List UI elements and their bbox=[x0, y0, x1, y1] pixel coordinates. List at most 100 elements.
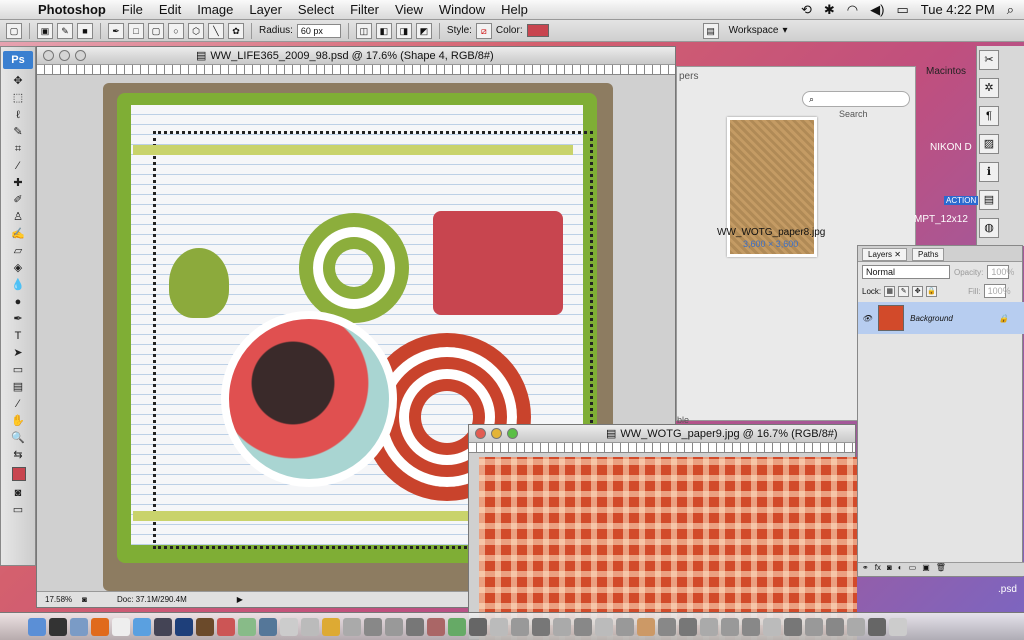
combine-icon[interactable]: ◫ bbox=[355, 22, 372, 39]
app-icon[interactable] bbox=[574, 617, 592, 636]
menu-view[interactable]: View bbox=[387, 2, 431, 17]
trash-dock-icon[interactable] bbox=[889, 617, 907, 636]
app-icon[interactable] bbox=[637, 617, 655, 636]
chevron-down-icon[interactable]: ▾ bbox=[782, 25, 787, 36]
screen-mode-icon[interactable]: ▭ bbox=[10, 502, 26, 518]
desktop-label-psd[interactable]: .psd bbox=[998, 584, 1017, 595]
fx-icon[interactable]: fx bbox=[875, 563, 881, 576]
quick-select-icon[interactable]: ✎ bbox=[10, 124, 26, 140]
shape-tool-icon[interactable]: ▭ bbox=[10, 362, 26, 378]
horizontal-ruler[interactable] bbox=[37, 65, 675, 75]
wifi-icon[interactable]: ◠ bbox=[847, 2, 858, 18]
lock-all-icon[interactable]: 🔒 bbox=[926, 285, 938, 297]
app-icon[interactable] bbox=[490, 617, 508, 636]
healing-brush-icon[interactable]: ✚ bbox=[10, 175, 26, 191]
app-icon[interactable] bbox=[805, 617, 823, 636]
finder-icon[interactable] bbox=[28, 617, 46, 636]
tab-paths[interactable]: Paths bbox=[912, 248, 945, 261]
rounded-rect-icon[interactable]: ▢ bbox=[148, 22, 164, 39]
app-icon[interactable] bbox=[343, 617, 361, 636]
zoom-icon[interactable] bbox=[75, 50, 86, 61]
app-icon[interactable] bbox=[301, 617, 319, 636]
battery-icon[interactable]: ▭ bbox=[896, 2, 908, 18]
adjustment-icon[interactable]: ◐ bbox=[898, 563, 903, 576]
app-icon[interactable] bbox=[679, 617, 697, 636]
desktop-label-template[interactable]: MPT_12x12 bbox=[914, 214, 968, 225]
app-icon[interactable] bbox=[406, 617, 424, 636]
close-icon[interactable] bbox=[475, 428, 486, 439]
eraser-icon[interactable]: ▱ bbox=[10, 243, 26, 259]
new-layer-icon[interactable]: ▣ bbox=[922, 563, 930, 576]
lightroom-icon[interactable] bbox=[154, 617, 172, 636]
app-icon[interactable] bbox=[448, 617, 466, 636]
workspace-menu[interactable]: Workspace bbox=[729, 25, 779, 36]
app-icon[interactable] bbox=[742, 617, 760, 636]
horizontal-ruler-2[interactable] bbox=[469, 443, 855, 453]
tab-layers[interactable]: Layers ✕ bbox=[862, 248, 907, 261]
firefox-icon[interactable] bbox=[91, 617, 109, 636]
itunes-icon[interactable] bbox=[133, 617, 151, 636]
menu-app-name[interactable]: Photoshop bbox=[30, 2, 114, 17]
bridge-dock-icon[interactable] bbox=[196, 617, 214, 636]
lock-pixels-icon[interactable]: ✎ bbox=[898, 285, 910, 297]
desktop-label-nikon[interactable]: NIKON D bbox=[930, 142, 972, 153]
minimize-icon[interactable] bbox=[491, 428, 502, 439]
menu-clock[interactable]: Tue 4:22 PM bbox=[921, 2, 995, 17]
notes-icon[interactable]: ▤ bbox=[979, 190, 999, 210]
fill-pixels-icon[interactable]: ■ bbox=[77, 22, 93, 39]
desktop-label-hd[interactable]: Macintos bbox=[926, 66, 966, 77]
menu-edit[interactable]: Edit bbox=[151, 2, 189, 17]
app-icon[interactable] bbox=[763, 617, 781, 636]
document-titlebar-2[interactable]: ▤ WW_WOTG_paper9.jpg @ 16.7% (RGB/8#) bbox=[469, 425, 855, 443]
menu-layer[interactable]: Layer bbox=[241, 2, 290, 17]
link-icon[interactable]: ⚭ bbox=[862, 563, 869, 576]
ps-logo[interactable]: Ps bbox=[3, 51, 33, 69]
app-icon[interactable] bbox=[427, 617, 445, 636]
time-machine-icon[interactable]: ⟲ bbox=[801, 2, 812, 18]
app-icon[interactable] bbox=[532, 617, 550, 636]
paragraph-icon[interactable]: ¶ bbox=[979, 106, 999, 126]
app-icon[interactable] bbox=[595, 617, 613, 636]
ical-icon[interactable] bbox=[112, 617, 130, 636]
swap-colors-icon[interactable]: ⇆ bbox=[10, 447, 26, 463]
brush-tool-icon[interactable]: ✐ bbox=[10, 192, 26, 208]
status-menu-icon[interactable]: ◙ bbox=[82, 595, 87, 604]
layer-name[interactable]: Background bbox=[910, 314, 953, 323]
crop-tool-icon[interactable]: ⌗ bbox=[10, 141, 26, 157]
menu-filter[interactable]: Filter bbox=[342, 2, 387, 17]
app-icon[interactable] bbox=[259, 617, 277, 636]
zoom-icon[interactable] bbox=[507, 428, 518, 439]
app-icon[interactable] bbox=[700, 617, 718, 636]
line-icon[interactable]: ╲ bbox=[208, 22, 224, 39]
ellipse-icon[interactable]: ○ bbox=[168, 22, 184, 39]
tools-icon[interactable]: ✂ bbox=[979, 50, 999, 70]
rect-icon[interactable]: □ bbox=[128, 22, 144, 39]
zoom-level[interactable]: 17.58% bbox=[45, 595, 72, 604]
notes-tool-icon[interactable]: ▤ bbox=[10, 379, 26, 395]
polygon-icon[interactable]: ⬡ bbox=[188, 22, 204, 39]
mail-icon[interactable] bbox=[70, 617, 88, 636]
spotlight-icon[interactable]: ⌕ bbox=[1007, 2, 1014, 18]
shape-layers-icon[interactable]: ▣ bbox=[37, 22, 53, 39]
dodge-tool-icon[interactable]: ● bbox=[10, 294, 26, 310]
mask-icon[interactable]: ◙ bbox=[887, 563, 892, 576]
app-icon[interactable] bbox=[847, 617, 865, 636]
search-input[interactable]: ⌕ bbox=[802, 91, 910, 107]
eyedropper-icon[interactable]: ⁄ bbox=[10, 158, 26, 174]
pen-tool-icon[interactable]: ✒ bbox=[10, 311, 26, 327]
path-select-icon[interactable]: ➤ bbox=[10, 345, 26, 361]
app-icon[interactable] bbox=[553, 617, 571, 636]
paint-bucket-icon[interactable]: ◈ bbox=[10, 260, 26, 276]
radius-input[interactable]: 60 px bbox=[296, 23, 341, 38]
marquee-tool-icon[interactable]: ⬚ bbox=[10, 90, 26, 106]
rounded-rect-tool-icon[interactable]: ▢ bbox=[6, 22, 22, 39]
app-icon[interactable] bbox=[511, 617, 529, 636]
clone-stamp-icon[interactable]: ♙ bbox=[10, 209, 26, 225]
blend-mode-select[interactable]: Normal bbox=[862, 265, 950, 279]
info-icon[interactable]: ℹ bbox=[979, 162, 999, 182]
volume-icon[interactable]: ◀) bbox=[870, 2, 884, 18]
subtract-icon[interactable]: ◧ bbox=[375, 22, 392, 39]
opacity-input[interactable]: 100% bbox=[987, 265, 1014, 279]
app-icon[interactable] bbox=[658, 617, 676, 636]
dashboard-icon[interactable] bbox=[49, 617, 67, 636]
